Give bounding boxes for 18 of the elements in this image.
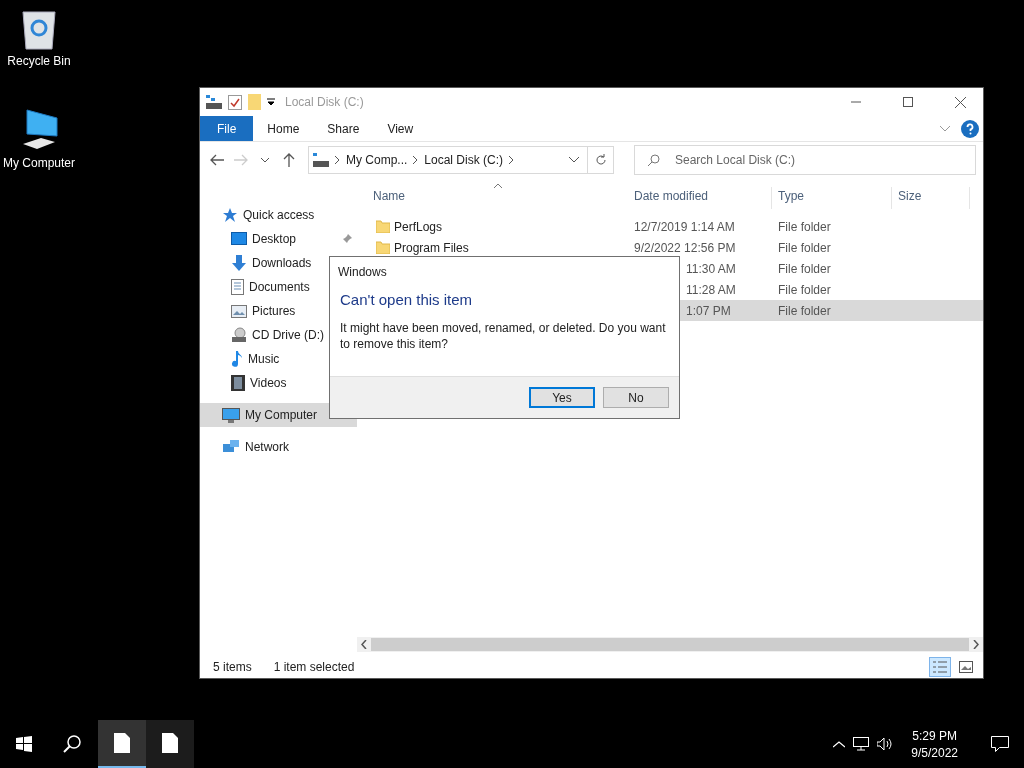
date-cell-text: 11:30 AM (685, 261, 737, 276)
date-cell-text: 11:28 AM (685, 282, 737, 297)
window-title: Local Disk (C:) (285, 95, 365, 109)
dialog-message: It might have been moved, renamed, or deleted. Do you want to remove this item? (340, 321, 666, 351)
dialog-heading: Can't open this item (340, 291, 473, 308)
dialog-title: Windows (338, 265, 387, 279)
file-name: Program Files (394, 240, 469, 255)
file-name: PerfLogs (394, 219, 443, 234)
status-text: 5 items (213, 660, 252, 674)
type-cell-text: File folder (777, 303, 832, 318)
date-cell-text: 1:07 PM (685, 303, 732, 318)
status-text: 1 item selected (273, 660, 355, 674)
type-cell-text: File folder (777, 282, 832, 297)
date-cell-text: 9/2/2022 12:56 PM (633, 240, 737, 255)
type-cell-text: File folder (777, 219, 832, 234)
type-cell-text: File folder (777, 261, 832, 276)
type-cell-text: File folder (777, 240, 832, 255)
date-cell-text: 12/7/2019 1:14 AM (633, 219, 736, 234)
